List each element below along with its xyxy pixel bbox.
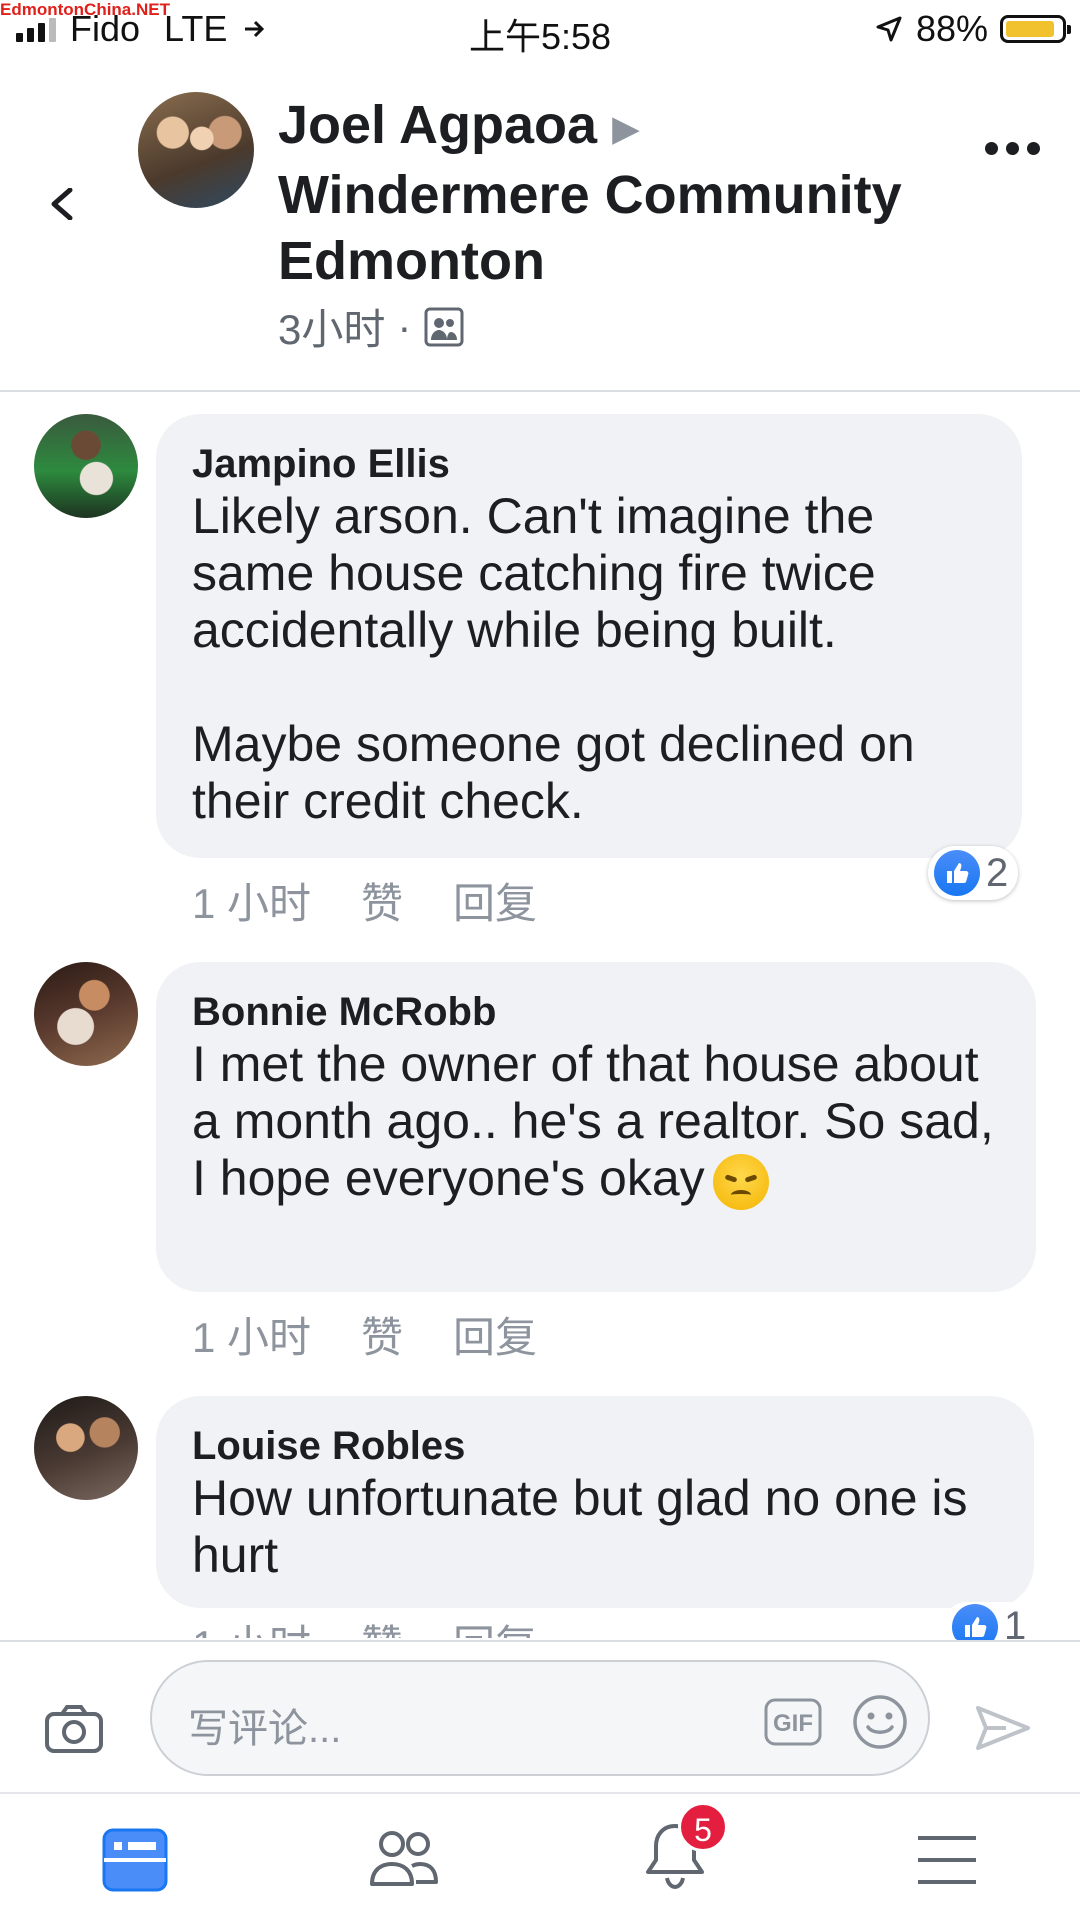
- comment-bubble: Bonnie McRobb I met the owner of that ho…: [156, 962, 1036, 1292]
- more-options-icon[interactable]: [985, 142, 1040, 155]
- reply-button[interactable]: 回复: [453, 870, 537, 931]
- post-time[interactable]: 3小时: [278, 296, 385, 357]
- news-feed-icon[interactable]: [102, 1828, 168, 1892]
- comment-composer: 写评论... GIF: [0, 1640, 1080, 1792]
- comment-text: Likely arson. Can't imagine the same hou…: [192, 488, 915, 829]
- comment-actions: 1 小时 赞 回复: [192, 1612, 537, 1638]
- disappointed-face-emoji: [712, 1153, 769, 1210]
- comment-text: I met the owner of that house about a mo…: [192, 1036, 1000, 1210]
- comment-time: 1 小时: [192, 1612, 311, 1638]
- group-arrow: ▶: [612, 107, 640, 149]
- battery-icon: [1000, 15, 1071, 43]
- reaction-count: 2: [986, 850, 1009, 895]
- gif-label: GIF: [773, 1710, 813, 1737]
- thumbs-up-icon: [952, 1604, 998, 1642]
- friends-icon[interactable]: [368, 1828, 440, 1888]
- like-button[interactable]: 赞: [361, 1304, 403, 1365]
- reaction-badge[interactable]: 1: [946, 1602, 1037, 1642]
- comment-time: 1 小时: [192, 1314, 312, 1361]
- watermark: EdmontonChina.NET: [0, 0, 170, 19]
- commenter-name[interactable]: Jampino Ellis: [192, 440, 986, 488]
- author-name[interactable]: Joel Agpaoa: [278, 95, 597, 155]
- battery-percent: 88%: [915, 8, 988, 49]
- like-button[interactable]: 赞: [361, 870, 403, 931]
- commenter-avatar[interactable]: [34, 962, 138, 1066]
- comment-bubble: Jampino Ellis Likely arson. Can't imagin…: [156, 414, 1022, 858]
- header-divider: [0, 390, 1080, 392]
- meta-separator: ·: [397, 302, 412, 350]
- reply-button[interactable]: 回复: [453, 1612, 537, 1638]
- comment-actions: 1 小时 赞 回复: [192, 870, 537, 931]
- menu-icon[interactable]: [916, 1834, 978, 1886]
- emoji-smile-icon[interactable]: [852, 1694, 908, 1750]
- notification-badge: 5: [678, 1802, 728, 1852]
- comment-time: 1 小时: [192, 880, 312, 927]
- camera-icon[interactable]: [44, 1704, 104, 1754]
- group-name[interactable]: Windermere Community Edmonton: [278, 165, 902, 291]
- reply-button[interactable]: 回复: [453, 1304, 537, 1365]
- thumbs-up-icon: [934, 850, 980, 896]
- post-meta: 3小时 ·: [278, 296, 465, 357]
- reaction-count: 1: [1004, 1604, 1027, 1642]
- group-icon: [424, 307, 464, 346]
- gif-icon[interactable]: GIF: [764, 1698, 822, 1746]
- like-button[interactable]: 赞: [361, 1612, 403, 1638]
- reaction-badge[interactable]: 2: [928, 846, 1019, 900]
- commenter-name[interactable]: Louise Robles: [192, 1422, 998, 1470]
- post-title: Joel Agpaoa ▶ Windermere Community Edmon…: [278, 92, 978, 294]
- comment-bubble: Louise Robles How unfortunate but glad n…: [156, 1396, 1034, 1608]
- send-icon[interactable]: [975, 1704, 1031, 1752]
- comment-text: How unfortunate but glad no one is hurt: [192, 1470, 982, 1583]
- comment-text-body: I met the owner of that house about a mo…: [192, 1036, 1008, 1206]
- bottom-tab-bar: 5: [0, 1792, 1080, 1923]
- author-avatar[interactable]: [138, 92, 254, 208]
- commenter-avatar[interactable]: [34, 1396, 138, 1500]
- comment-input-placeholder: 写评论...: [188, 1707, 342, 1751]
- notifications-tab[interactable]: 5: [642, 1802, 728, 1894]
- commenter-avatar[interactable]: [34, 414, 138, 518]
- back-chevron-icon[interactable]: [46, 188, 78, 220]
- commenter-name[interactable]: Bonnie McRobb: [192, 988, 1000, 1036]
- comment-input[interactable]: 写评论... GIF: [150, 1660, 930, 1776]
- comment-actions: 1 小时 赞 回复: [192, 1304, 537, 1365]
- location-arrow-icon: [876, 16, 902, 42]
